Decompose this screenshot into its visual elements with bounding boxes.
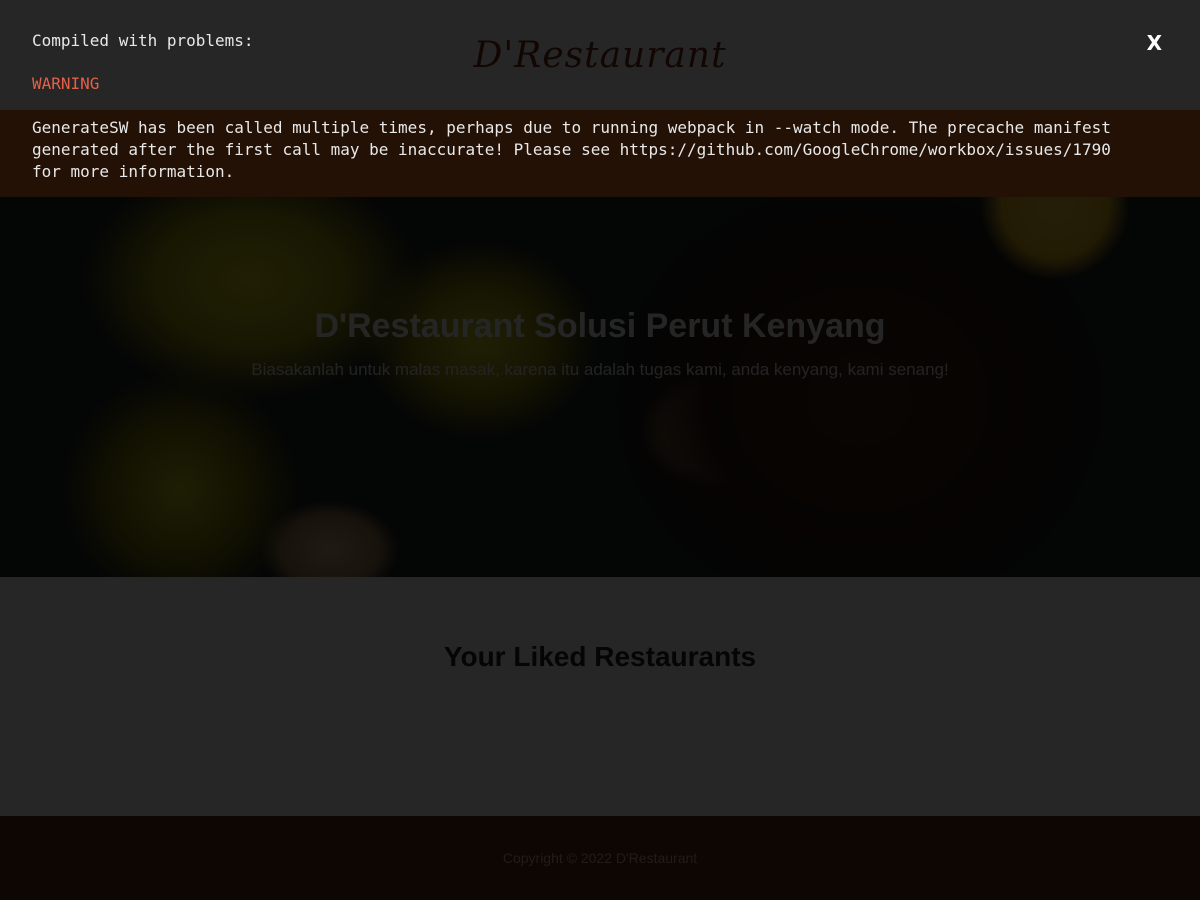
warning-message: GenerateSW has been called multiple time… [0, 110, 1200, 197]
compile-error-overlay: Compiled with problems: X WARNING Genera… [0, 0, 1200, 900]
overlay-heading: Compiled with problems: [32, 31, 254, 50]
warning-label: WARNING [32, 74, 100, 93]
overlay-close-button[interactable]: X [1147, 31, 1162, 55]
